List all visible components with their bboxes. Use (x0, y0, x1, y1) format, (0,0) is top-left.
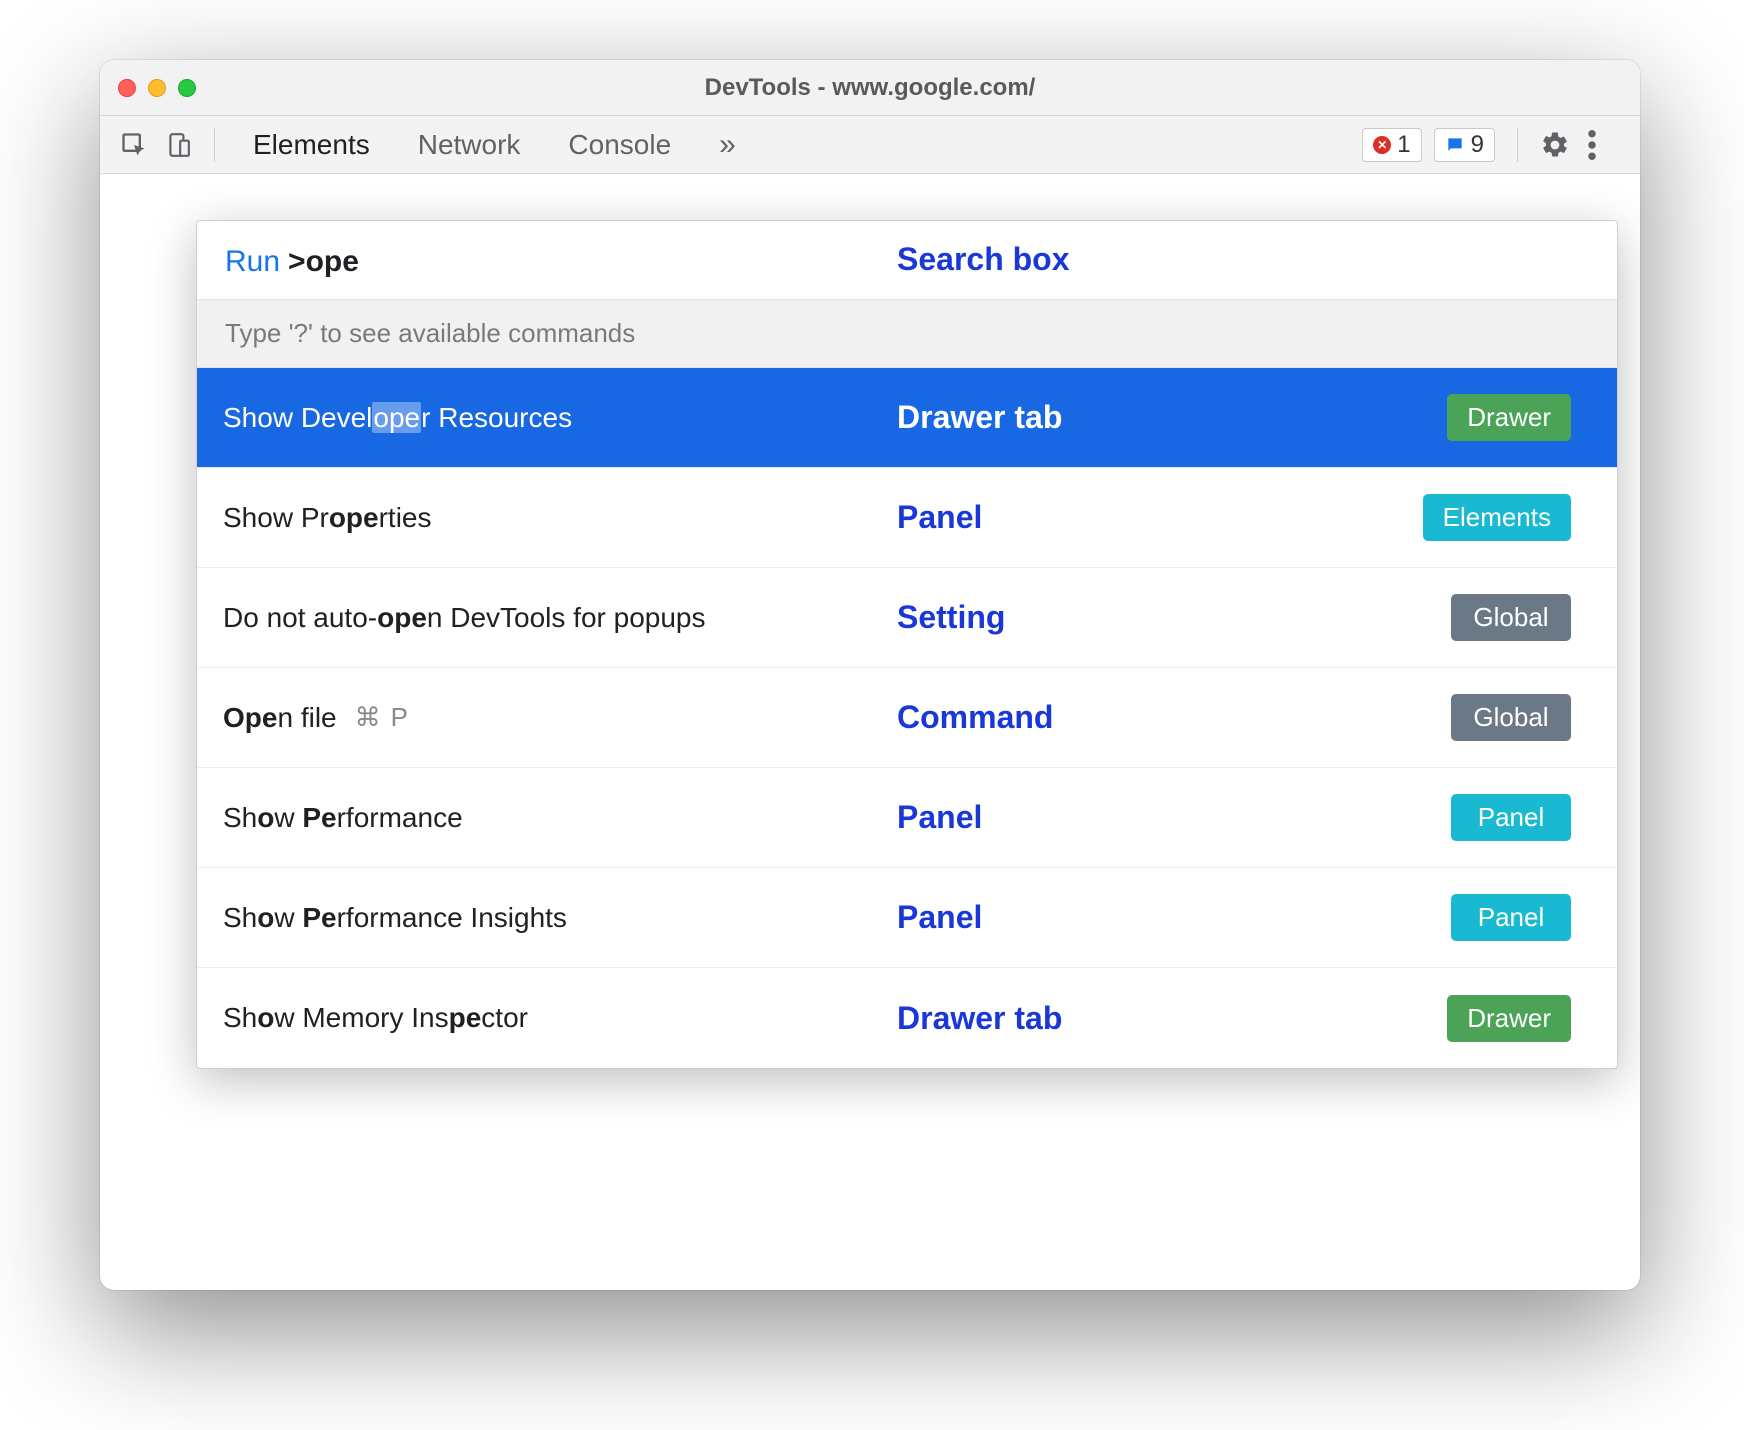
inspect-element-icon[interactable] (116, 127, 152, 163)
window-close-button[interactable] (118, 79, 136, 97)
tab-console[interactable]: Console (568, 125, 671, 165)
keyboard-shortcut: ⌘P (355, 702, 408, 733)
command-item-label: Show Performance (223, 802, 1431, 834)
command-item-label: Show Memory Inspector (223, 1002, 1427, 1034)
toolbar-right: ✕ 1 9 (1362, 128, 1624, 162)
command-hint: Type '?' to see available commands (197, 299, 1617, 368)
command-input[interactable]: >ope (288, 245, 359, 279)
annotation-action-type: Drawer tab (897, 1000, 1062, 1037)
window-minimize-button[interactable] (148, 79, 166, 97)
tab-elements[interactable]: Elements (253, 125, 370, 165)
command-item[interactable]: Do not auto-open DevTools for popupsSett… (197, 568, 1617, 668)
toolbar-divider-2 (1517, 128, 1518, 162)
message-icon (1445, 135, 1465, 155)
command-item-label: Do not auto-open DevTools for popups (223, 602, 1431, 634)
toolbar-divider (214, 128, 215, 162)
command-item[interactable]: Show Performance InsightsPanelPanel (197, 868, 1617, 968)
errors-count: 1 (1397, 131, 1410, 159)
command-item-badge: Global (1451, 694, 1571, 741)
command-item-label: Open file⌘P (223, 702, 1431, 734)
panel-tabs: Elements Network Console (253, 125, 671, 165)
annotation-action-type: Panel (897, 499, 982, 536)
window-title: DevTools - www.google.com/ (100, 74, 1640, 102)
messages-count: 9 (1471, 131, 1484, 159)
annotation-search-box: Search box (897, 241, 1070, 278)
command-item-label: Show Performance Insights (223, 902, 1431, 934)
command-item[interactable]: Open file⌘PCommand Global (197, 668, 1617, 768)
command-item[interactable]: Show Memory InspectorDrawer tab Drawer (197, 968, 1617, 1068)
command-search-row[interactable]: Run >ope Search box (197, 221, 1617, 299)
annotation-action-type: Setting (897, 599, 1005, 636)
traffic-lights (118, 79, 196, 97)
command-item-badge: Global (1451, 594, 1571, 641)
more-options-button[interactable] (1588, 130, 1624, 160)
command-item-badge: Drawer (1447, 995, 1571, 1042)
command-item-badge: Drawer (1447, 394, 1571, 441)
settings-button[interactable] (1540, 130, 1576, 160)
command-item-label: Show Properties (223, 502, 1403, 534)
devtools-window: DevTools - www.google.com/ Elements Netw… (100, 60, 1640, 1290)
command-results-list: Show Developer ResourcesDrawer tabDrawer… (197, 368, 1617, 1068)
annotation-action-type: Command (897, 699, 1053, 736)
annotation-action-type: Panel (897, 799, 982, 836)
command-item-badge: Elements (1423, 494, 1571, 541)
window-zoom-button[interactable] (178, 79, 196, 97)
command-item[interactable]: Show PropertiesPanel Elements (197, 468, 1617, 568)
more-tabs-button[interactable]: » (719, 128, 736, 162)
titlebar: DevTools - www.google.com/ (100, 60, 1640, 116)
messages-chip[interactable]: 9 (1434, 128, 1495, 162)
devtools-toolbar: Elements Network Console » ✕ 1 9 (100, 116, 1640, 174)
errors-chip[interactable]: ✕ 1 (1362, 128, 1421, 162)
annotation-action-type: Panel (897, 899, 982, 936)
annotation-action-type: Drawer tab (897, 399, 1062, 436)
command-item-badge: Panel (1451, 794, 1571, 841)
command-menu: Run >ope Search box Type '?' to see avai… (196, 220, 1618, 1069)
command-item-badge: Panel (1451, 894, 1571, 941)
device-toggle-icon[interactable] (160, 127, 196, 163)
error-icon: ✕ (1373, 136, 1391, 154)
tab-network[interactable]: Network (418, 125, 521, 165)
command-item[interactable]: Show Developer ResourcesDrawer tab Drawer (197, 368, 1617, 468)
command-item[interactable]: Show PerformancePanelPanel (197, 768, 1617, 868)
run-label: Run (225, 245, 280, 279)
command-item-label: Show Developer Resources (223, 402, 1427, 434)
